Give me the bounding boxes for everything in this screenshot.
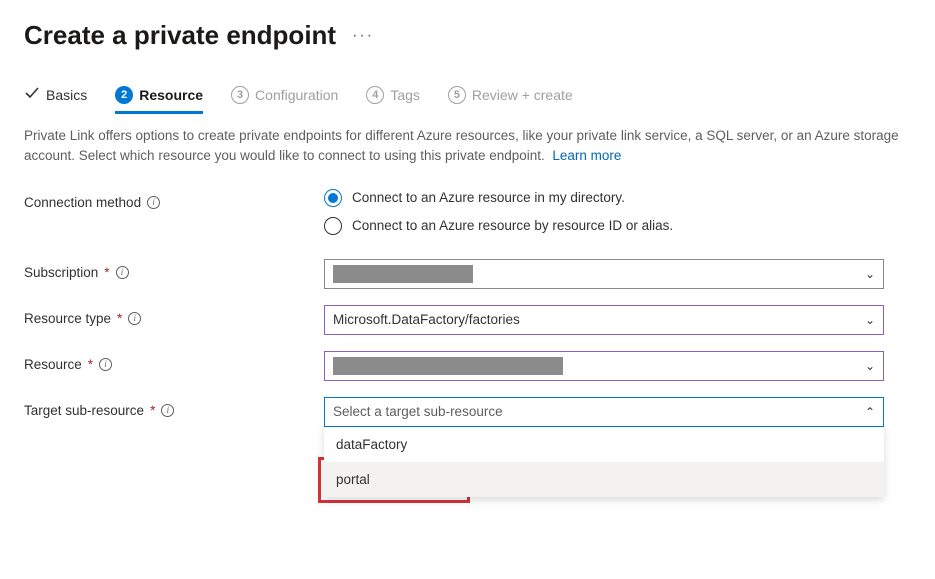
redacted-value: [333, 357, 563, 375]
chevron-down-icon: ⌄: [865, 267, 875, 281]
select-value: Microsoft.DataFactory/factories: [333, 312, 520, 327]
step-number: 4: [366, 86, 384, 104]
step-number: 3: [231, 86, 249, 104]
tab-label: Resource: [139, 87, 203, 103]
info-icon[interactable]: i: [161, 404, 174, 417]
chevron-up-icon: ⌃: [865, 405, 875, 419]
connection-method-radios: Connect to an Azure resource in my direc…: [324, 189, 884, 235]
radio-icon: [324, 217, 342, 235]
dropdown-option-datafactory[interactable]: dataFactory: [324, 427, 884, 462]
tab-tags[interactable]: 4 Tags: [366, 80, 420, 114]
radio-connect-resourceid[interactable]: Connect to an Azure resource by resource…: [324, 217, 884, 235]
resource-select[interactable]: ⌄: [324, 351, 884, 381]
required-asterisk: *: [104, 265, 109, 280]
description-text: Private Link offers options to create pr…: [24, 126, 904, 167]
step-number: 2: [115, 86, 133, 104]
info-icon[interactable]: i: [147, 196, 160, 209]
radio-label: Connect to an Azure resource by resource…: [352, 218, 673, 233]
redacted-value: [333, 265, 473, 283]
required-asterisk: *: [88, 357, 93, 372]
connection-method-label: Connection method i: [24, 189, 324, 210]
subscription-select[interactable]: ⌄: [324, 259, 884, 289]
select-placeholder: Select a target sub-resource: [333, 404, 503, 419]
tab-resource[interactable]: 2 Resource: [115, 80, 203, 114]
resource-type-label: Resource type * i: [24, 305, 324, 326]
subscription-label: Subscription * i: [24, 259, 324, 280]
tab-label: Tags: [390, 87, 420, 103]
radio-connect-directory[interactable]: Connect to an Azure resource in my direc…: [324, 189, 884, 207]
required-asterisk: *: [150, 403, 155, 418]
tab-configuration[interactable]: 3 Configuration: [231, 80, 338, 114]
step-number: 5: [448, 86, 466, 104]
wizard-tabs: Basics 2 Resource 3 Configuration 4 Tags…: [24, 79, 911, 114]
required-asterisk: *: [117, 311, 122, 326]
learn-more-link[interactable]: Learn more: [552, 148, 621, 163]
info-icon[interactable]: i: [128, 312, 141, 325]
more-icon[interactable]: ···: [352, 27, 374, 45]
info-icon[interactable]: i: [99, 358, 112, 371]
chevron-down-icon: ⌄: [865, 359, 875, 373]
tab-review-create[interactable]: 5 Review + create: [448, 80, 573, 114]
target-sub-resource-label: Target sub-resource * i: [24, 397, 324, 418]
radio-icon: [324, 189, 342, 207]
chevron-down-icon: ⌄: [865, 313, 875, 327]
radio-label: Connect to an Azure resource in my direc…: [352, 190, 625, 205]
tab-label: Review + create: [472, 87, 573, 103]
check-icon: [24, 85, 40, 104]
target-sub-resource-dropdown: dataFactory portal: [324, 427, 884, 497]
target-sub-resource-select[interactable]: Select a target sub-resource ⌃: [324, 397, 884, 427]
page-title: Create a private endpoint: [24, 20, 336, 51]
tab-label: Configuration: [255, 87, 338, 103]
resource-type-select[interactable]: Microsoft.DataFactory/factories ⌄: [324, 305, 884, 335]
info-icon[interactable]: i: [116, 266, 129, 279]
resource-label: Resource * i: [24, 351, 324, 372]
tab-basics[interactable]: Basics: [24, 79, 87, 114]
dropdown-option-portal[interactable]: portal: [324, 462, 884, 497]
tab-label: Basics: [46, 87, 87, 103]
